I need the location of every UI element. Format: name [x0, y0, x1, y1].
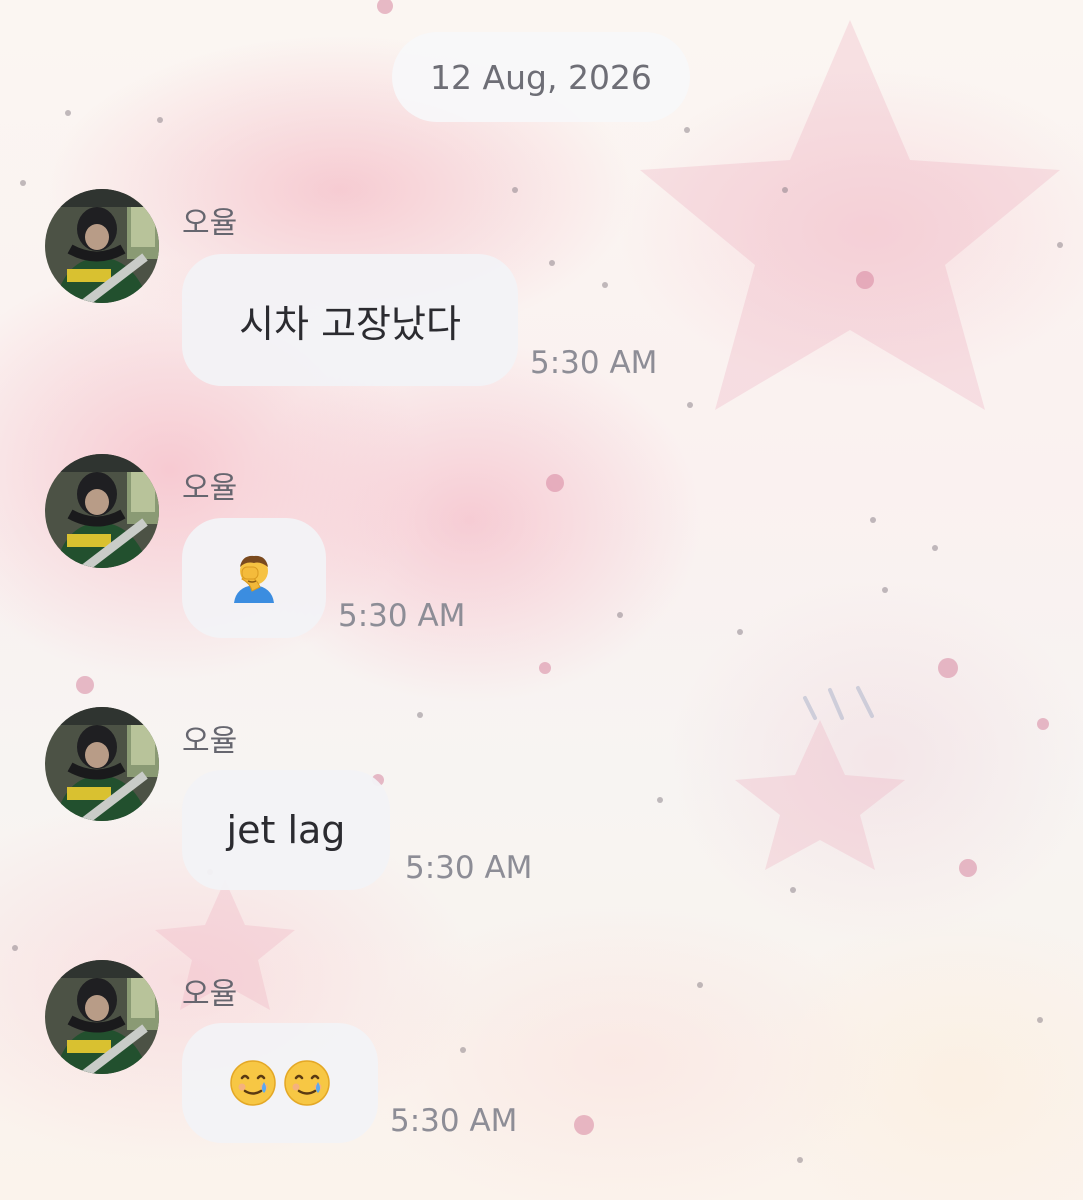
avatar[interactable] [45, 189, 159, 303]
sender-name: 오율 [182, 724, 238, 759]
avatar[interactable] [45, 707, 159, 821]
message-timestamp: 5:30 AM [390, 1103, 518, 1139]
date-separator: 12 Aug, 2026 [392, 32, 690, 122]
message-timestamp: 5:30 AM [338, 598, 466, 634]
message-bubble[interactable] [182, 1023, 378, 1143]
message-bubble[interactable] [182, 518, 326, 638]
profile-photo [45, 454, 159, 568]
profile-photo [45, 189, 159, 303]
profile-photo [45, 960, 159, 1074]
date-label: 12 Aug, 2026 [430, 57, 652, 97]
message-text: 시차 고장났다 [239, 301, 461, 346]
avatar[interactable] [45, 454, 159, 568]
avatar[interactable] [45, 960, 159, 1074]
sender-name: 오율 [182, 206, 238, 241]
background-star-decorations [12, 0, 1063, 1163]
sender-name: 오율 [182, 471, 238, 506]
smiling-face-with-tear-icon [230, 1060, 276, 1106]
profile-photo [45, 707, 159, 821]
message-text: jet lag [226, 808, 346, 852]
message-timestamp: 5:30 AM [530, 345, 658, 381]
face-palm-icon [234, 555, 274, 603]
message-bubble[interactable]: 시차 고장났다 [182, 254, 518, 386]
smiling-face-with-tear-icon [284, 1060, 330, 1106]
emoji-group [228, 1058, 332, 1108]
chat-background [0, 0, 1083, 1200]
sender-name: 오율 [182, 977, 238, 1012]
message-timestamp: 5:30 AM [405, 850, 533, 886]
message-bubble[interactable]: jet lag [182, 770, 390, 890]
